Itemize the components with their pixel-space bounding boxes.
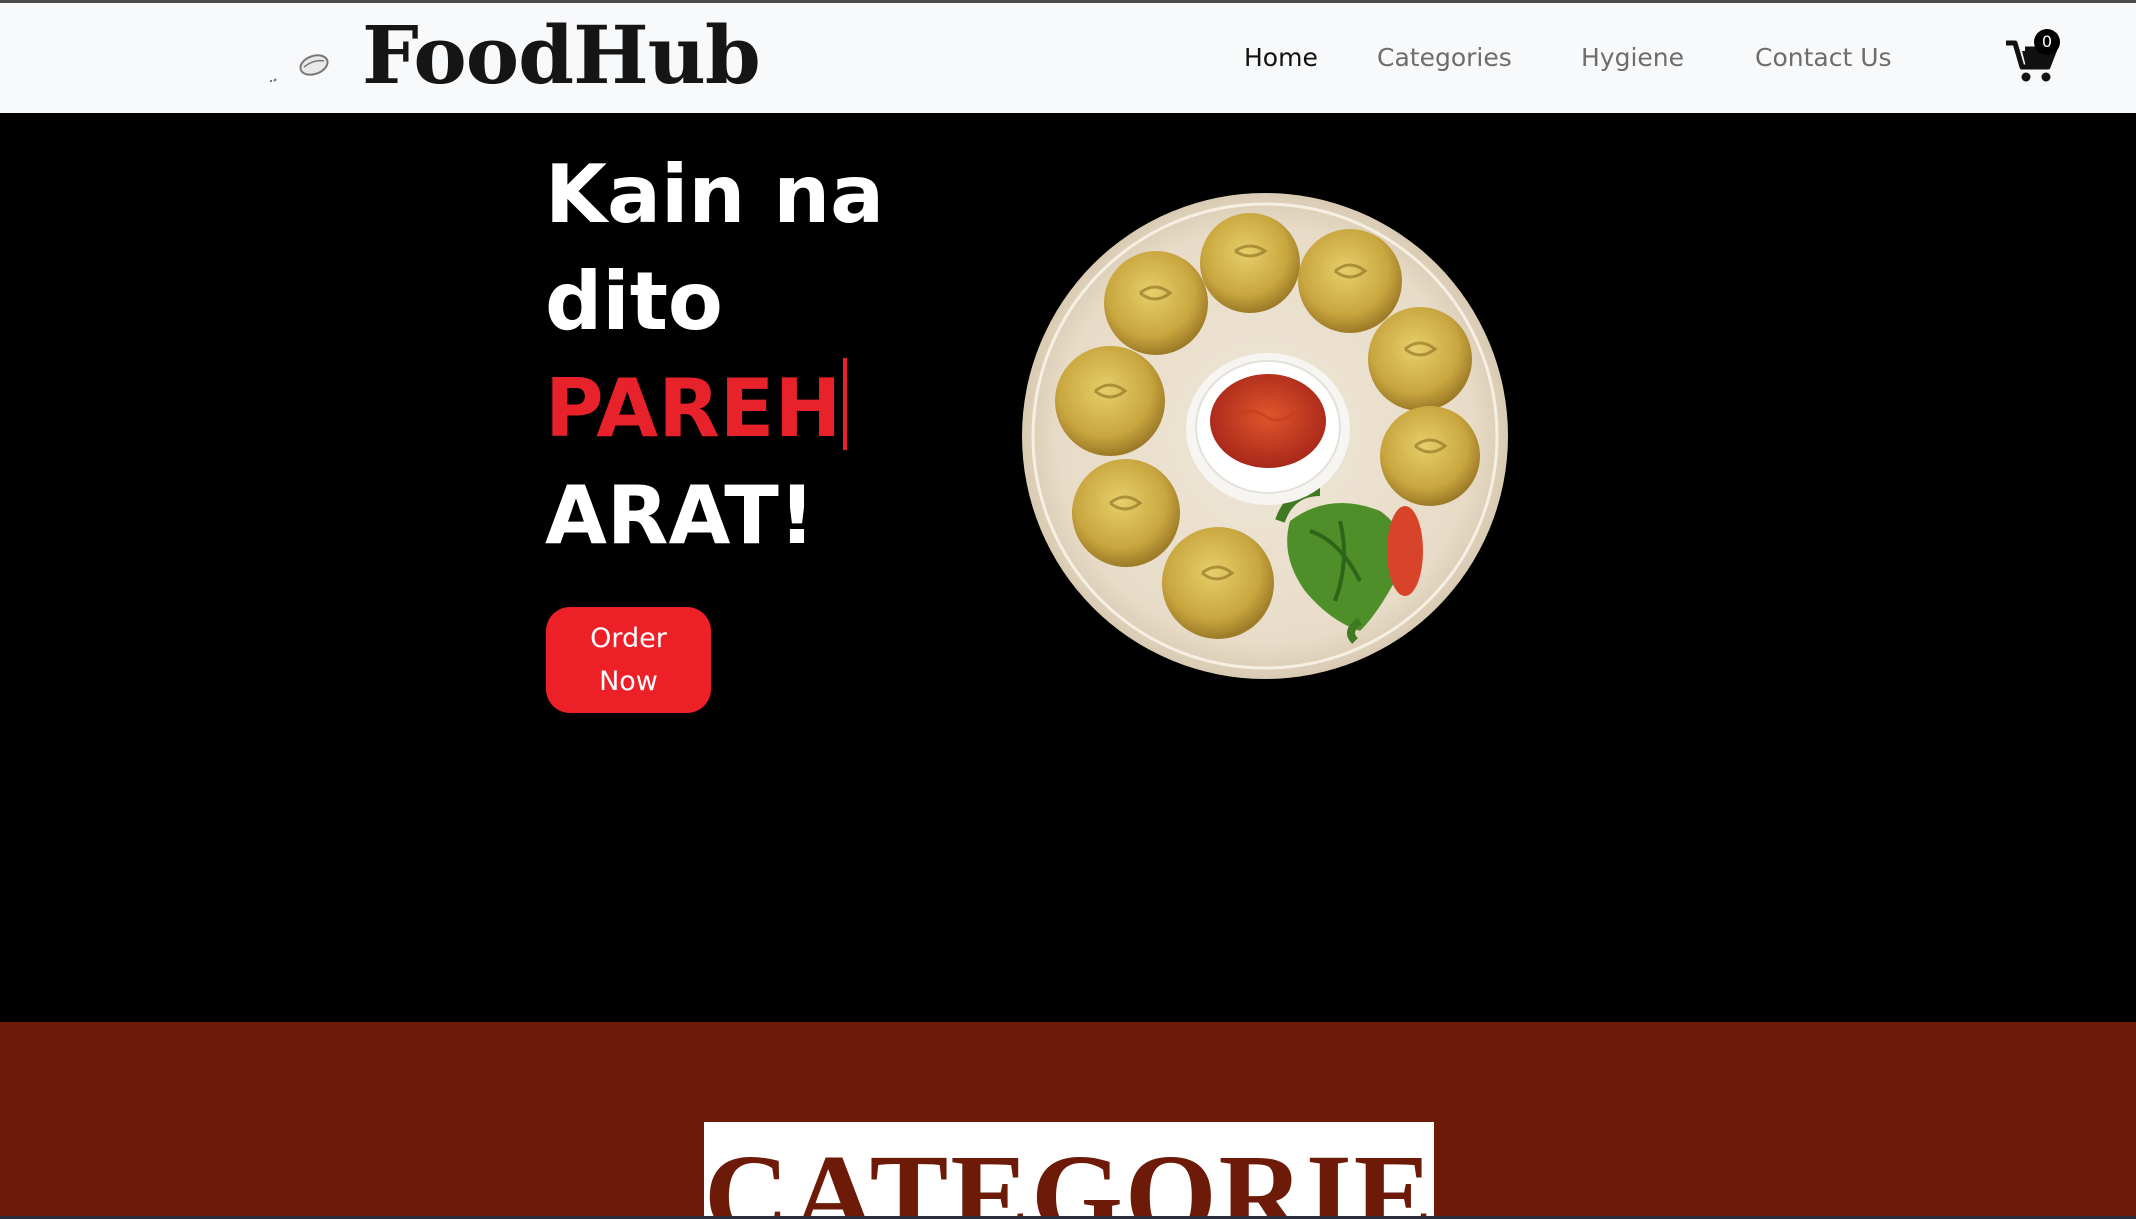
dumpling-icon [270,54,329,82]
cart-count-badge: 0 [2034,29,2060,55]
order-now-button[interactable]: Order Now [546,607,711,713]
headline-line-1: Kain na [545,148,885,241]
categories-title: CATEGORIES [704,1130,1434,1219]
categories-title-box: CATEGORIES [704,1122,1434,1219]
categories-section: CATEGORIES [0,1022,2136,1219]
typing-caret [843,358,848,450]
navbar: FoodHub Home Categories Hygiene Contact … [0,3,2136,113]
nav-contact-us[interactable]: Contact Us [1755,41,1892,75]
hero-section: Kain na dito PAREH ARAT! Order Now [0,113,2136,1022]
order-now-label: Order Now [590,623,667,697]
headline-line-2: dito [545,255,723,348]
headline-typed-word: PAREH [545,362,842,455]
brand-logo[interactable]: FoodHub [362,5,761,105]
headline-line-4: ARAT! [545,469,816,562]
dumpling-plate-image [1022,193,1508,679]
nav-hygiene[interactable]: Hygiene [1581,41,1684,75]
hero-headline: Kain na dito PAREH ARAT! [545,141,965,569]
nav-categories[interactable]: Categories [1377,41,1512,75]
nav-home[interactable]: Home [1244,41,1318,75]
